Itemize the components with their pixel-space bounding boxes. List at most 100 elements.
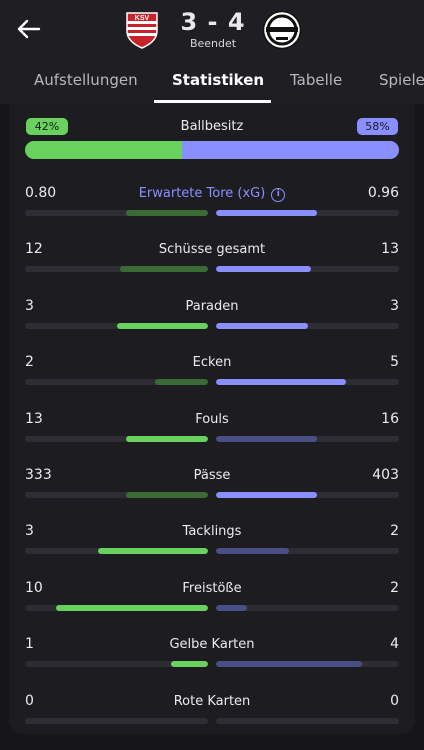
stat-away-bar [216, 717, 399, 724]
stat-row: 1 Gelbe Karten 4 [0, 636, 424, 676]
stat-home-value: 2 [25, 354, 34, 371]
stat-away-bar [216, 266, 399, 273]
stat-label-text: Ecken [192, 355, 232, 371]
possession-home-pill: 42% [26, 118, 68, 135]
stat-row: 2 Ecken 5 [0, 354, 424, 394]
stat-label: Schüsse gesamt [112, 242, 312, 257]
stat-away-bar-fill [216, 322, 308, 329]
stat-home-bar-fill [125, 435, 208, 442]
stat-home-bar [25, 717, 208, 724]
stat-label-text: Paraden [185, 298, 239, 314]
match-status: Beendet [189, 37, 237, 50]
home-crest-text: KSV [135, 15, 150, 22]
stat-away-bar [216, 435, 399, 442]
possession-bar [25, 141, 399, 159]
stat-home-bar [25, 210, 208, 216]
ksv-crest-icon[interactable]: KSV [124, 11, 160, 49]
stat-home-value: 1 [25, 636, 34, 653]
stat-away-bar [216, 492, 399, 498]
stat-label-text: Rote Karten [173, 693, 251, 709]
tab-spiele[interactable]: Spiele [379, 71, 424, 89]
stat-away-bar-fill [216, 604, 248, 611]
stat-label: Rote Karten [112, 694, 312, 709]
stat-home-bar-fill [154, 379, 208, 386]
stat-home-value: 0.80 [25, 185, 57, 201]
stat-row: 3 Paraden 3 [0, 298, 424, 338]
match-header: KSV 3 - 4 Beendet Aufstellungen Statisti… [0, 0, 424, 104]
stat-home-bar-fill [56, 604, 208, 611]
tab-statistiken[interactable]: Statistiken [172, 71, 264, 89]
stat-row: 13 Fouls 16 [0, 411, 424, 451]
stat-label-text: Gelbe Karten [169, 637, 255, 653]
stat-home-bar [25, 435, 208, 442]
possession-home-segment [25, 141, 183, 159]
stat-away-value: 13 [381, 241, 399, 258]
stat-home-value: 0 [25, 692, 34, 709]
stat-away-bar-fill [216, 492, 317, 498]
tab-aufstellungen[interactable]: Aufstellungen [34, 71, 138, 89]
stat-away-value: 2 [390, 523, 399, 540]
stat-home-value: 3 [25, 297, 34, 314]
stat-label: Paraden [112, 299, 312, 314]
stat-row: 0.80 Erwartete Tore (xG) i 0.96 [0, 185, 424, 225]
stat-away-value: 2 [390, 579, 399, 596]
active-tab-indicator [154, 100, 271, 103]
stat-home-bar-fill [125, 210, 208, 216]
stat-away-bar-fill [216, 379, 346, 386]
stat-away-bar-fill [216, 548, 290, 555]
stat-row: 0 Rote Karten 0 [0, 693, 424, 733]
match-score: 3 - 4 [180, 8, 246, 36]
stat-label: Gelbe Karten [112, 637, 312, 652]
stat-away-bar-fill [216, 435, 317, 442]
stat-away-bar-fill [216, 661, 363, 668]
stat-away-value: 4 [390, 636, 399, 653]
stat-label: Freistöße [112, 581, 312, 596]
stat-away-value: 16 [381, 410, 399, 427]
stat-away-bar [216, 604, 399, 611]
stat-home-bar-fill [120, 266, 208, 273]
stat-home-bar [25, 322, 208, 329]
stat-away-value: 5 [390, 354, 399, 371]
stat-label-text: Erwartete Tore (xG) [138, 186, 266, 201]
stat-row: 12 Schüsse gesamt 13 [0, 241, 424, 281]
stat-label: Ecken [112, 355, 312, 370]
stat-away-bar-fill [216, 266, 312, 273]
possession-away-segment [182, 141, 399, 159]
stat-row: 333 Pässe 403 [0, 467, 424, 507]
stat-label[interactable]: Erwartete Tore (xG) i [112, 186, 312, 202]
stat-label-text: Tacklings [182, 524, 242, 540]
club-crest-icon[interactable] [262, 10, 302, 50]
stat-label-text: Pässe [193, 468, 231, 483]
stat-away-value: 0 [390, 692, 399, 709]
stat-away-bar [216, 210, 399, 216]
stat-home-value: 10 [25, 579, 43, 596]
stat-home-bar-fill [116, 322, 208, 329]
stat-label-text: Freistöße [182, 580, 242, 596]
stat-home-value: 333 [25, 467, 52, 483]
possession-away-pill: 58% [357, 118, 398, 135]
stat-home-value: 13 [25, 410, 43, 427]
stat-home-value: 3 [25, 523, 34, 540]
stat-away-bar [216, 322, 399, 329]
stat-away-value: 3 [390, 297, 399, 314]
stat-home-bar-fill [98, 548, 208, 555]
stat-label-text: Fouls [195, 411, 229, 427]
stat-away-bar [216, 379, 399, 386]
stat-home-bar [25, 661, 208, 668]
stat-away-value: 403 [372, 467, 399, 483]
stat-label: Fouls [112, 412, 312, 427]
arrow-left-icon[interactable] [14, 14, 44, 44]
stat-away-bar [216, 548, 399, 555]
stat-label-text: Schüsse gesamt [158, 242, 266, 258]
stat-label: Tacklings [112, 524, 312, 539]
stat-home-bar-fill [171, 661, 208, 668]
stat-away-value: 0.96 [367, 185, 399, 201]
stat-label: Pässe [112, 468, 312, 483]
possession-label: Ballbesitz [180, 119, 244, 134]
stat-row: 10 Freistöße 2 [0, 580, 424, 620]
tab-tabelle[interactable]: Tabelle [290, 71, 342, 89]
stat-row: 3 Tacklings 2 [0, 523, 424, 563]
info-icon[interactable]: i [271, 188, 286, 202]
stat-away-bar-fill [216, 210, 317, 216]
stat-home-bar-fill [125, 492, 208, 498]
